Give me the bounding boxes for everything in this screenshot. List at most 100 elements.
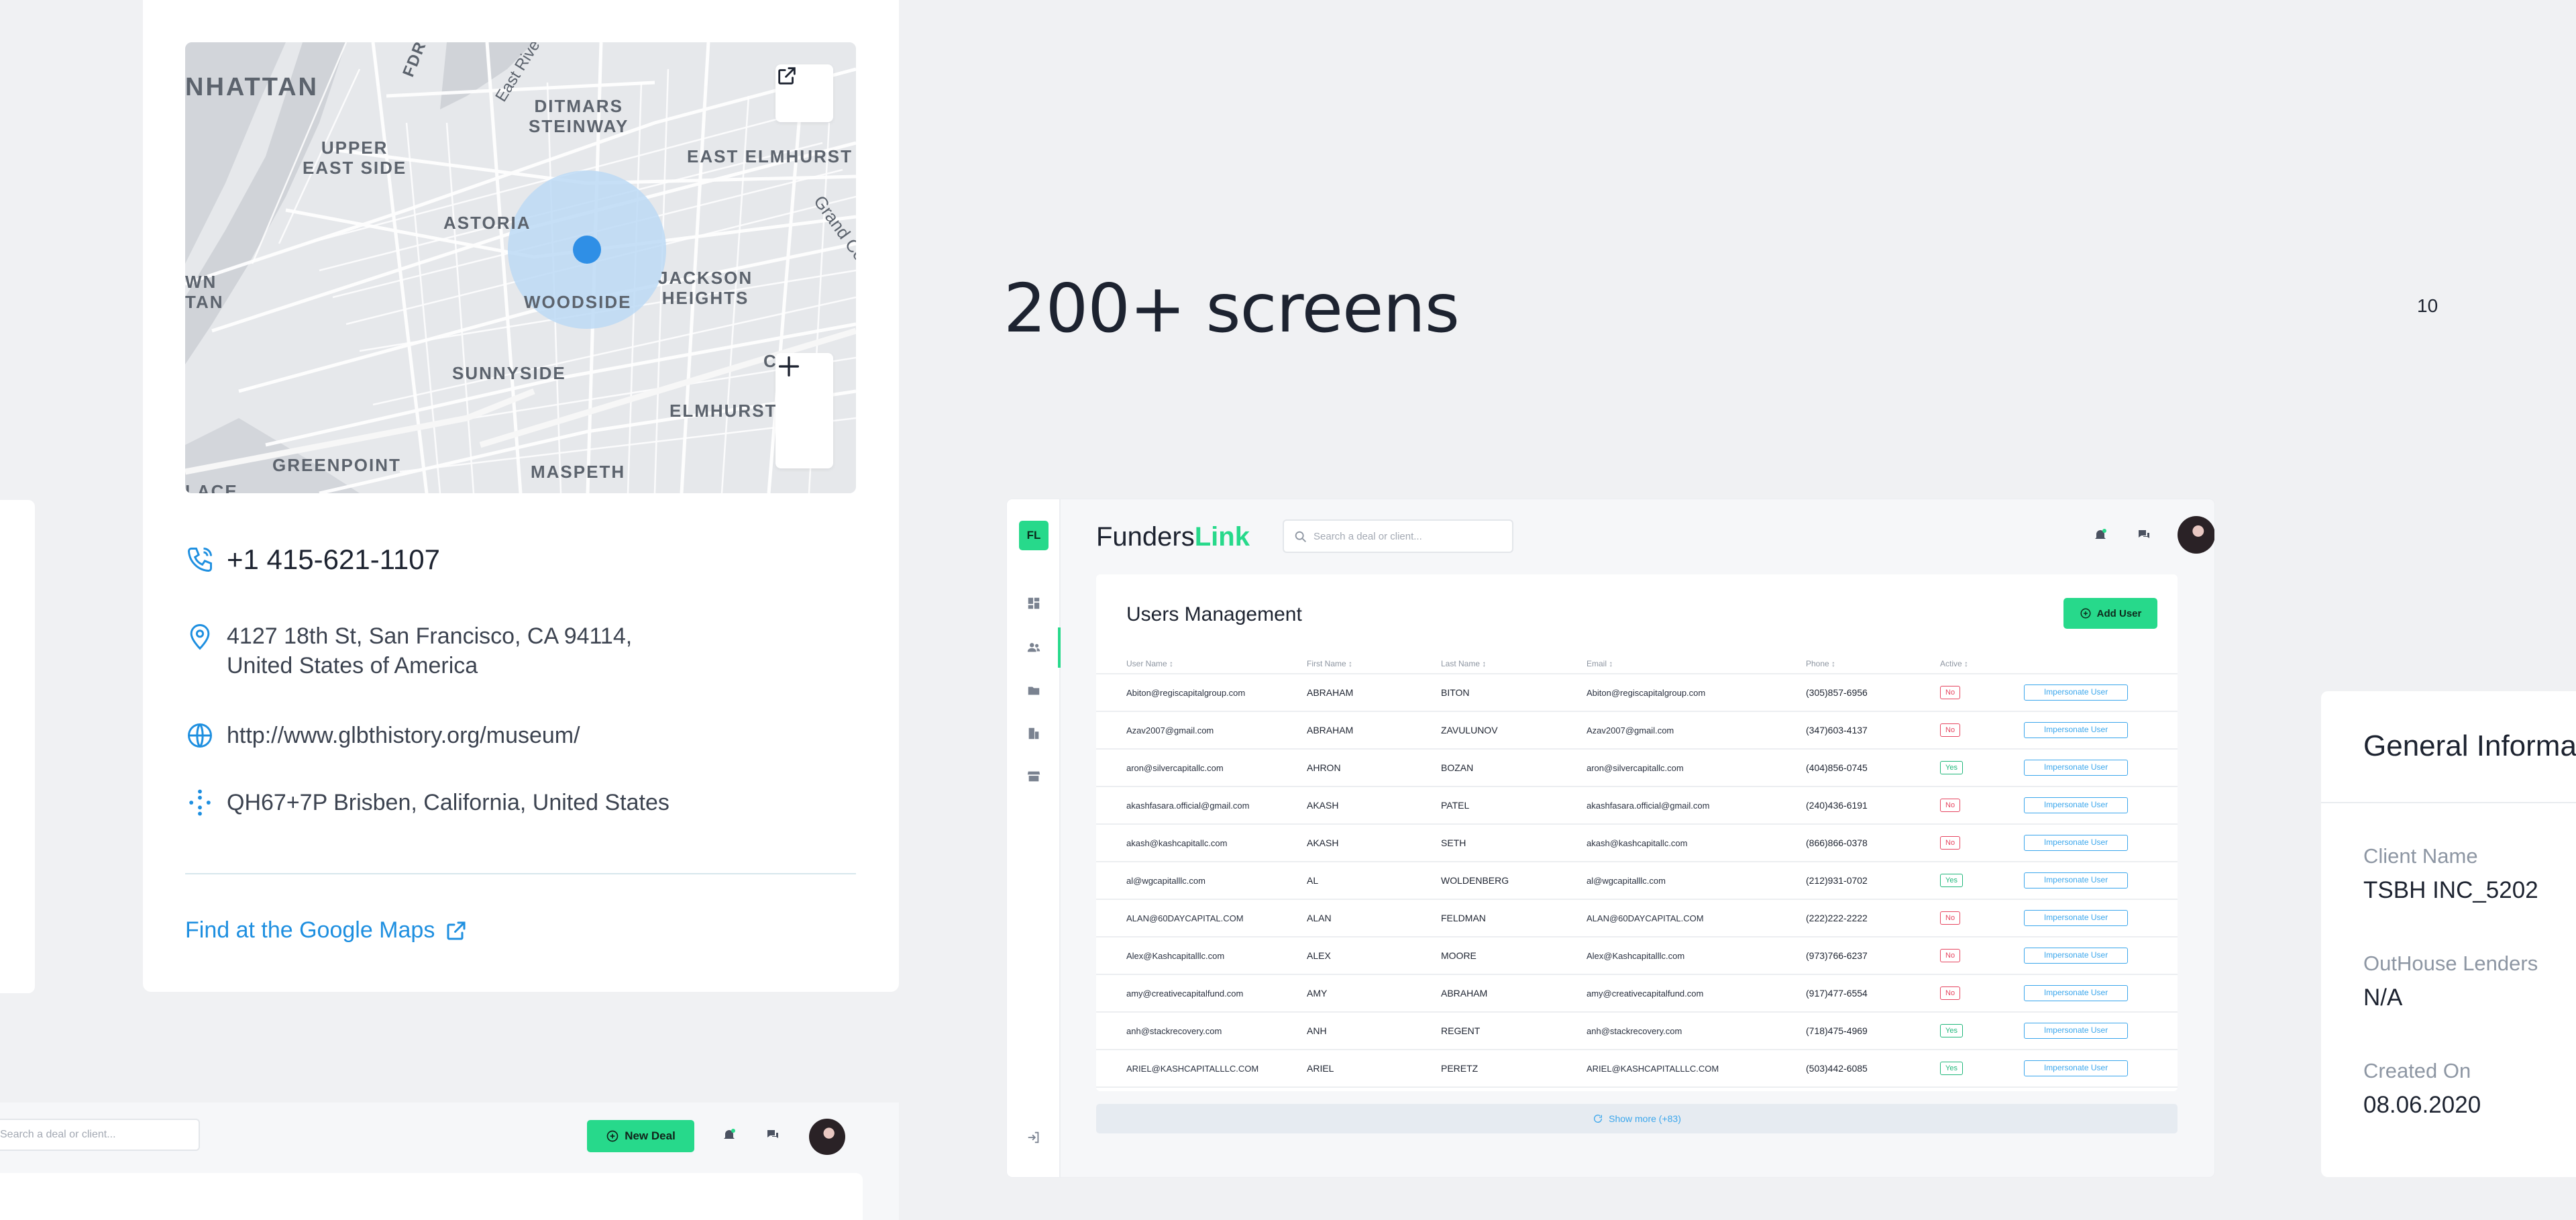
dashboard-icon <box>1028 597 1040 609</box>
plus-circle-icon <box>2080 608 2091 619</box>
search-input[interactable]: Search a deal or client... <box>0 1119 200 1151</box>
website-link[interactable]: http://www.glbthistory.org/museum/ <box>227 721 580 750</box>
location-dot <box>573 236 601 264</box>
impersonate-user-button[interactable]: Impersonate User <box>2024 985 2128 1001</box>
address-line-1: 4127 18th St, San Francisco, CA 94114, <box>227 623 633 649</box>
external-link-icon <box>447 921 466 939</box>
outhouse-lenders-label: OutHouse Lenders <box>2363 952 2538 975</box>
cell-phone: (866)866-0378 <box>1806 824 1940 862</box>
column-header-active[interactable]: Active ↕ <box>1940 654 2024 674</box>
status-badge: No <box>1940 911 1961 925</box>
cell-actions: Impersonate User <box>2024 862 2178 900</box>
avatar[interactable] <box>2178 516 2214 554</box>
search-input[interactable]: Search a deal or client... <box>1283 519 1513 553</box>
avatar[interactable] <box>809 1119 845 1155</box>
show-more-button[interactable]: Show more (+83) <box>1096 1104 2178 1133</box>
status-badge: Yes <box>1940 1062 1963 1075</box>
column-header-phone[interactable]: Phone ↕ <box>1806 654 1940 674</box>
cell-username: amy@creativecapitalfund.com <box>1096 974 1307 1013</box>
open-map-button[interactable] <box>775 64 833 122</box>
map[interactable]: NHATTAN FDR East Rive DITMARS STEINWAY U… <box>185 42 856 493</box>
cell-first-name: AKASH <box>1307 786 1441 825</box>
table-row: amy@creativecapitalfund.com AMY ABRAHAM amy… <box>1096 974 2178 1013</box>
impersonate-user-button[interactable]: Impersonate User <box>2024 760 2128 776</box>
map-label: SUNNYSIDE <box>452 363 566 383</box>
column-header-last-name[interactable]: Last Name ↕ <box>1441 654 1587 674</box>
zoom-out-button[interactable] <box>775 365 833 468</box>
impersonate-user-button[interactable]: Impersonate User <box>2024 872 2128 888</box>
cell-email: amy@creativecapitalfund.com <box>1587 974 1806 1013</box>
sidebar-item-deals[interactable] <box>1024 680 1044 701</box>
panel-title: Users Management <box>1126 603 1302 625</box>
column-header-username[interactable]: User Name ↕ <box>1096 654 1307 674</box>
messages-button[interactable] <box>2134 525 2154 545</box>
client-name-label: Client Name <box>2363 844 2478 868</box>
new-deal-button[interactable]: New Deal <box>587 1120 694 1152</box>
cell-phone: (503)442-6085 <box>1806 1050 1940 1088</box>
impersonate-user-button[interactable]: Impersonate User <box>2024 684 2128 701</box>
table-row: Alex@Kashcapitalllc.com ALEX MOORE Alex@Kas… <box>1096 937 2178 975</box>
cell-last-name: SETH <box>1441 824 1587 862</box>
phone-number: +1 415-621-1107 <box>227 544 440 575</box>
cell-email: anh@stackrecovery.com <box>1587 1012 1806 1050</box>
cell-email: akashfasara.official@gmail.com <box>1587 786 1806 825</box>
cell-username: akash@kashcapitallc.com <box>1096 824 1307 862</box>
cell-active: No <box>1940 899 2024 937</box>
sidebar-item-users[interactable] <box>1024 638 1044 658</box>
add-user-label: Add User <box>2096 607 2142 619</box>
column-header-email[interactable]: Email ↕ <box>1587 654 1806 674</box>
notifications-button[interactable] <box>719 1125 739 1145</box>
google-maps-link[interactable]: Find at the Google Maps <box>185 917 468 944</box>
address-line-2: United States of America <box>227 653 478 678</box>
impersonate-user-button[interactable]: Impersonate User <box>2024 835 2128 851</box>
cell-actions: Impersonate User <box>2024 899 2178 937</box>
cell-phone: (973)766-6237 <box>1806 937 1940 975</box>
plus-circle-icon <box>606 1130 619 1142</box>
cell-email: al@wgcapitalllc.com <box>1587 862 1806 900</box>
notifications-button[interactable] <box>2090 525 2110 545</box>
location-pin-icon <box>190 624 210 650</box>
brand-name-part2: Link <box>1194 522 1250 552</box>
impersonate-user-button[interactable]: Impersonate User <box>2024 910 2128 926</box>
table-row: ARIEL@KASHCAPITALLLC.COM ARIEL PERETZ ARIEL… <box>1096 1050 2178 1088</box>
zoom-controls <box>775 353 833 468</box>
messages-button[interactable] <box>763 1125 783 1145</box>
phone-row[interactable]: +1 415-621-1107 <box>185 545 440 574</box>
logout-icon <box>1028 1131 1039 1143</box>
column-header-first-name[interactable]: First Name ↕ <box>1307 654 1441 674</box>
table-row: Azav2007@gmail.com ABRAHAM ZAVULUNOV Azav20… <box>1096 711 2178 750</box>
table-row: akash@kashcapitallc.com AKASH SETH akash@ka… <box>1096 824 2178 862</box>
impersonate-user-button[interactable]: Impersonate User <box>2024 948 2128 964</box>
sidebar-active-indicator <box>1058 627 1061 668</box>
bell-icon <box>2095 529 2106 540</box>
cell-last-name: ABRAHAM <box>1441 974 1587 1013</box>
map-label: GREENPOINT <box>272 455 401 475</box>
cell-actions: Impersonate User <box>2024 711 2178 750</box>
impersonate-user-button[interactable]: Impersonate User <box>2024 722 2128 738</box>
plus-code: QH67+7P Brisben, California, United Stat… <box>227 790 669 815</box>
impersonate-user-button[interactable]: Impersonate User <box>2024 1023 2128 1039</box>
impersonate-user-button[interactable]: Impersonate User <box>2024 797 2128 813</box>
website-row[interactable]: http://www.glbthistory.org/museum/ <box>185 721 580 750</box>
cell-first-name: AMY <box>1307 974 1441 1013</box>
sidebar-item-dashboard[interactable] <box>1024 593 1044 613</box>
sidebar-item-stores[interactable] <box>1024 766 1044 786</box>
app-logo[interactable]: FL <box>1019 521 1049 550</box>
cell-actions: Impersonate User <box>2024 1050 2178 1088</box>
add-user-button[interactable]: Add User <box>2063 598 2157 629</box>
map-label: NHATTAN <box>185 73 319 101</box>
store-icon <box>1027 771 1040 782</box>
logout-button[interactable] <box>1024 1127 1044 1148</box>
cell-last-name: REGENT <box>1441 1012 1587 1050</box>
phone-icon <box>188 548 212 572</box>
created-on-value: 08.06.2020 <box>2363 1092 2481 1118</box>
impersonate-user-button[interactable]: Impersonate User <box>2024 1060 2128 1076</box>
brand-logo[interactable]: FundersLink <box>1096 519 1250 554</box>
cell-last-name: FELDMAN <box>1441 899 1587 937</box>
sidebar-item-companies[interactable] <box>1024 723 1044 744</box>
status-badge: No <box>1940 836 1961 850</box>
cell-first-name: ABRAHAM <box>1307 711 1441 750</box>
cell-username: akashfasara.official@gmail.com <box>1096 786 1307 825</box>
map-label: UPPER EAST SIDE <box>303 138 407 178</box>
cell-email: Abiton@regiscapitalgroup.com <box>1587 674 1806 712</box>
